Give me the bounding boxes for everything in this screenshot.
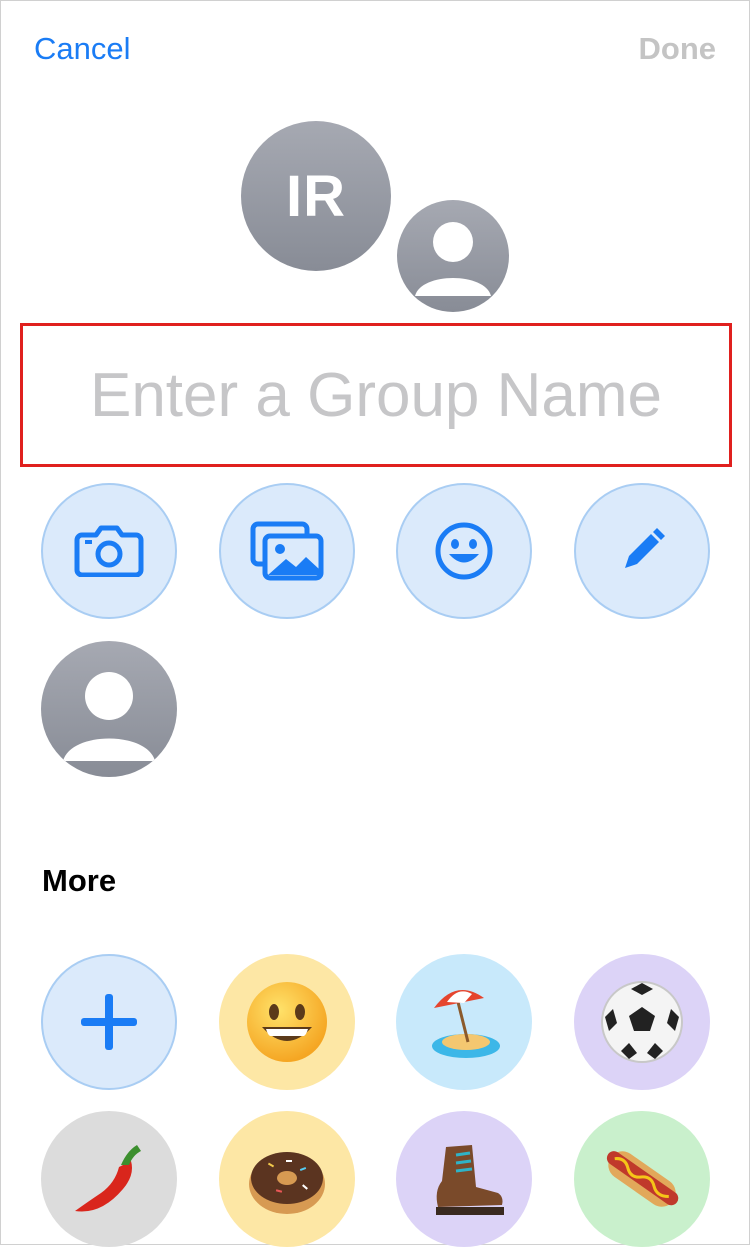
pencil-icon xyxy=(625,528,665,568)
person-silhouette-icon xyxy=(63,672,155,761)
photos-button[interactable] xyxy=(219,483,355,619)
person-silhouette-icon xyxy=(415,222,491,296)
default-avatar-option[interactable] xyxy=(41,641,177,777)
emoji-option-boot[interactable] xyxy=(396,1111,532,1247)
soccer-ball-emoji xyxy=(601,981,683,1063)
donut-emoji xyxy=(249,1152,325,1214)
add-more-button[interactable] xyxy=(41,954,177,1090)
hiking-boot-emoji xyxy=(436,1145,504,1215)
emoji-option-soccer[interactable] xyxy=(574,954,710,1090)
chili-pepper-emoji xyxy=(75,1145,141,1212)
group-member-avatar xyxy=(394,197,512,315)
emoji-icon xyxy=(435,522,493,580)
emoji-option-hotdog[interactable] xyxy=(574,1111,710,1247)
more-section-title: More xyxy=(42,863,117,898)
emoji-option-beach[interactable] xyxy=(396,954,532,1090)
emoji-option-grinning[interactable] xyxy=(219,954,355,1090)
group-name-input[interactable] xyxy=(23,358,729,432)
cancel-button[interactable]: Cancel xyxy=(34,29,131,69)
camera-icon xyxy=(74,525,144,577)
emoji-option-donut[interactable] xyxy=(219,1111,355,1247)
group-name-field[interactable] xyxy=(20,323,732,467)
beach-umbrella-island-emoji xyxy=(432,990,500,1058)
done-button[interactable]: Done xyxy=(639,29,717,69)
group-avatar-initials: IR xyxy=(241,121,391,271)
draw-button[interactable] xyxy=(574,483,710,619)
plus-icon xyxy=(81,994,137,1050)
camera-button[interactable] xyxy=(41,483,177,619)
hot-dog-emoji xyxy=(606,1151,679,1207)
grinning-face-emoji xyxy=(247,982,327,1062)
emoji-button[interactable] xyxy=(396,483,532,619)
photos-icon xyxy=(250,521,324,581)
emoji-option-chili[interactable] xyxy=(41,1111,177,1247)
avatar-initials: IR xyxy=(286,163,346,229)
